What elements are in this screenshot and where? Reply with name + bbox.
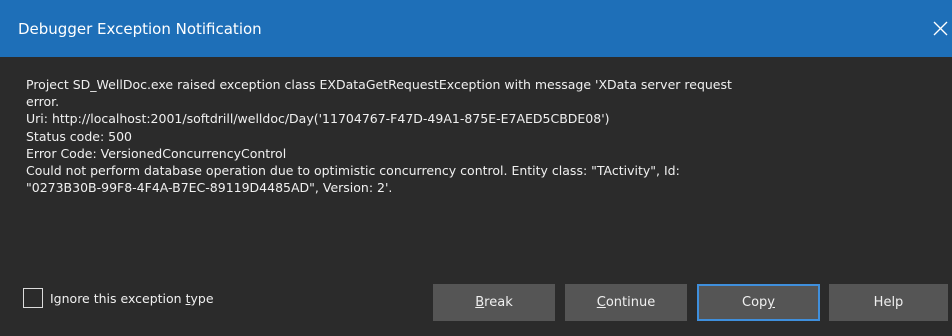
message-line: error. — [26, 94, 60, 110]
message-line: Could not perform database operation due… — [26, 163, 680, 179]
dialog-title: Debugger Exception Notification — [18, 20, 262, 38]
ignore-exception-checkbox-row[interactable]: Ignore this exception type — [23, 288, 214, 308]
message-line: Project SD_WellDoc.exe raised exception … — [26, 77, 732, 92]
debugger-exception-dialog: Debugger Exception Notification Project … — [0, 0, 952, 336]
continue-button[interactable]: Continue — [565, 284, 687, 321]
message-line: Uri: http://localhost:2001/softdrill/wel… — [26, 111, 610, 127]
exception-message: Project SD_WellDoc.exe raised exception … — [26, 76, 926, 196]
copy-button[interactable]: Cop y — [697, 284, 820, 321]
break-button[interactable]: Break — [433, 284, 555, 321]
message-line: Error Code: VersionedConcurrencyControl — [26, 145, 287, 161]
help-button[interactable]: Help — [829, 284, 948, 321]
ignore-exception-label: Ignore this exception type — [50, 290, 214, 306]
message-line: Status code: 500 — [26, 128, 132, 144]
ignore-exception-checkbox[interactable] — [23, 288, 43, 308]
title-bar: Debugger Exception Notification — [0, 0, 952, 57]
message-line: "0273B30B-99F8-4F4A-B7EC-89119D4485AD", … — [26, 180, 393, 196]
close-button[interactable] — [928, 0, 952, 57]
close-icon — [933, 21, 947, 36]
